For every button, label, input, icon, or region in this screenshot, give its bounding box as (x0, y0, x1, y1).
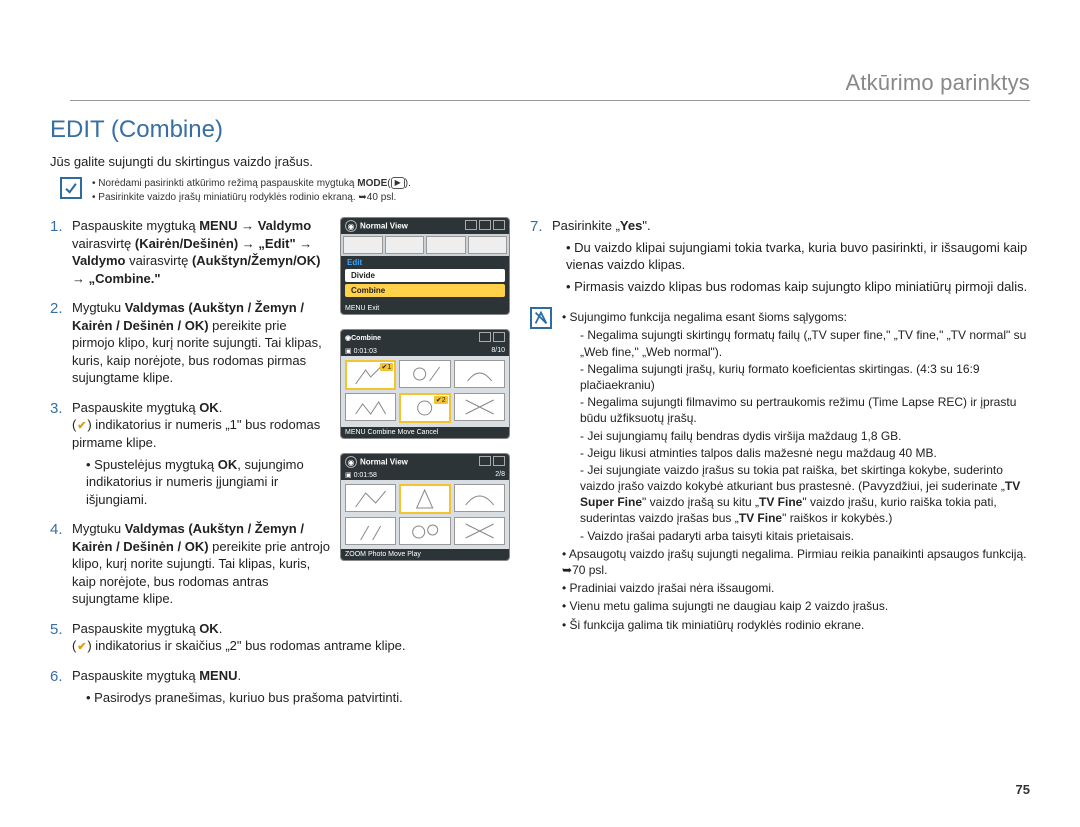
lcd-screens: ◉Normal View Edit Divide Combine M (340, 217, 510, 575)
page-number: 75 (1016, 782, 1030, 797)
play-icon: ▶ (391, 177, 405, 189)
header-rule (70, 100, 1030, 101)
lcd-combine: ◉Combine ▣ 0:01:038/10 ✔1 ✔2 MENU (340, 329, 510, 439)
page-title: EDIT (Combine) (50, 116, 1030, 144)
chapter-title: Atkūrimo parinktys (845, 70, 1030, 96)
intro-text: Jūs galite sujungti du skirtingus vaizdo… (50, 154, 1030, 169)
note-mode: Norėdami pasirinkti atkūrimo režimą pasp… (60, 177, 1030, 205)
info-icon (530, 307, 552, 329)
lcd-menu: ◉Normal View Edit Divide Combine M (340, 217, 510, 315)
left-column: ◉Normal View Edit Divide Combine M (50, 217, 510, 718)
right-column: 7. Pasirinkite „Yes". Du vaizdo klipai s… (530, 217, 1030, 718)
note-lines: Norėdami pasirinkti atkūrimo režimą pasp… (92, 177, 411, 205)
manual-page: Atkūrimo parinktys EDIT (Combine) Jūs ga… (0, 0, 1080, 827)
check-mark-icon: ✔ (76, 421, 87, 432)
lcd-normal-grid: ◉Normal View ▣ 0:01:582/8 ZOOM P (340, 453, 510, 561)
check-icon (60, 177, 82, 199)
check-mark-icon: ✔ (76, 642, 87, 653)
note-conditions: Sujungimo funkcija negalima esant šioms … (530, 307, 1030, 635)
